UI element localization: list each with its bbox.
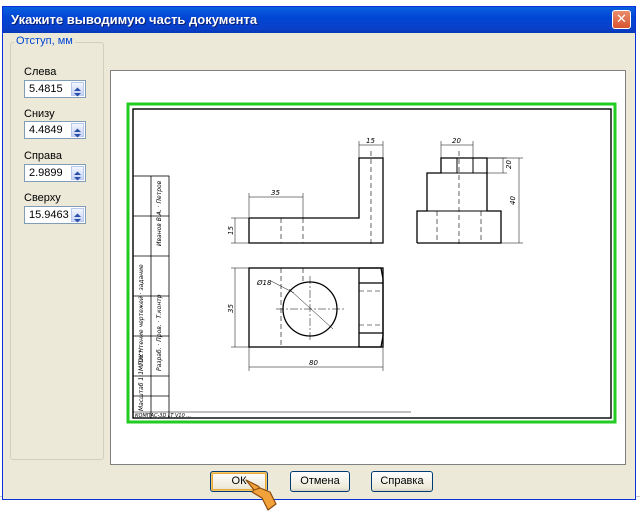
top-view-centerlines [270, 276, 344, 342]
spin-arrows-icon[interactable] [71, 82, 84, 97]
bottom-margin-spinner[interactable]: 4.4849 [24, 121, 86, 139]
bottom-margin-value: 4.4849 [29, 124, 63, 136]
left-margin-label: Слева [24, 66, 57, 78]
top-margin-spinner[interactable]: 15.9463 [24, 206, 86, 224]
right-margin-label: Справа [24, 150, 62, 162]
hand-pointer-icon [245, 479, 277, 511]
svg-text:Ø18: Ø18 [256, 279, 272, 287]
top-view-dim-labels: Ø18 35 80 [227, 279, 318, 367]
left-margin-spinner[interactable]: 5.4815 [24, 80, 86, 98]
top-margin-label: Сверху [24, 192, 61, 204]
drawing-sheet[interactable]: МГОУ Чтение чертежей · задание Иванов В.… [111, 71, 625, 464]
svg-text:80: 80 [309, 359, 318, 367]
side-view-dimensions [440, 141, 523, 244]
stamp-text: КОМПАС-3D LT V10 ... [135, 413, 191, 419]
svg-text:Иванов В.А. · Петров: Иванов В.А. · Петров [156, 180, 163, 246]
top-view-hidden-lines [280, 268, 383, 347]
spin-arrows-icon[interactable] [71, 208, 84, 223]
side-view-hidden-lines [436, 151, 482, 246]
print-region-frame[interactable] [126, 102, 617, 424]
help-button[interactable]: Справка [371, 471, 433, 492]
svg-text:20: 20 [505, 160, 513, 169]
cancel-button[interactable]: Отмена [290, 471, 350, 492]
front-view [248, 157, 384, 244]
title-bar[interactable]: Укажите выводимую часть документа ✕ [3, 7, 635, 33]
spin-arrows-icon[interactable] [71, 166, 84, 181]
svg-text:35: 35 [271, 189, 280, 197]
dialog-title: Укажите выводимую часть документа [11, 12, 258, 27]
svg-text:15: 15 [366, 137, 375, 145]
svg-text:Масштаб 1:1 · Лист: Масштаб 1:1 · Лист [138, 349, 145, 411]
svg-text:Разраб. · Пров. · Т.контр: Разраб. · Пров. · Т.контр [156, 294, 163, 371]
svg-text:15: 15 [227, 226, 235, 235]
spin-arrows-icon[interactable] [71, 123, 84, 138]
svg-text:40: 40 [509, 196, 517, 205]
margins-group [10, 42, 104, 460]
side-view-dim-labels: 20 20 40 [452, 137, 517, 205]
right-margin-spinner[interactable]: 2.9899 [24, 164, 86, 182]
close-button[interactable]: ✕ [612, 10, 631, 29]
left-margin-value: 5.4815 [29, 83, 63, 95]
svg-text:35: 35 [227, 304, 235, 313]
margins-legend: Отступ, мм [14, 35, 75, 47]
front-view-hidden-lines [280, 151, 372, 246]
right-margin-value: 2.9899 [29, 167, 63, 179]
top-margin-value: 15.9463 [29, 209, 69, 221]
document-preview[interactable]: МГОУ Чтение чертежей · задание Иванов В.… [110, 70, 626, 465]
close-icon: ✕ [616, 12, 627, 27]
side-view-inner [427, 158, 501, 212]
front-view-dimensions [231, 141, 384, 244]
sheet-border [132, 108, 612, 419]
svg-text:20: 20 [452, 137, 461, 145]
bottom-margin-label: Снизу [24, 108, 55, 120]
